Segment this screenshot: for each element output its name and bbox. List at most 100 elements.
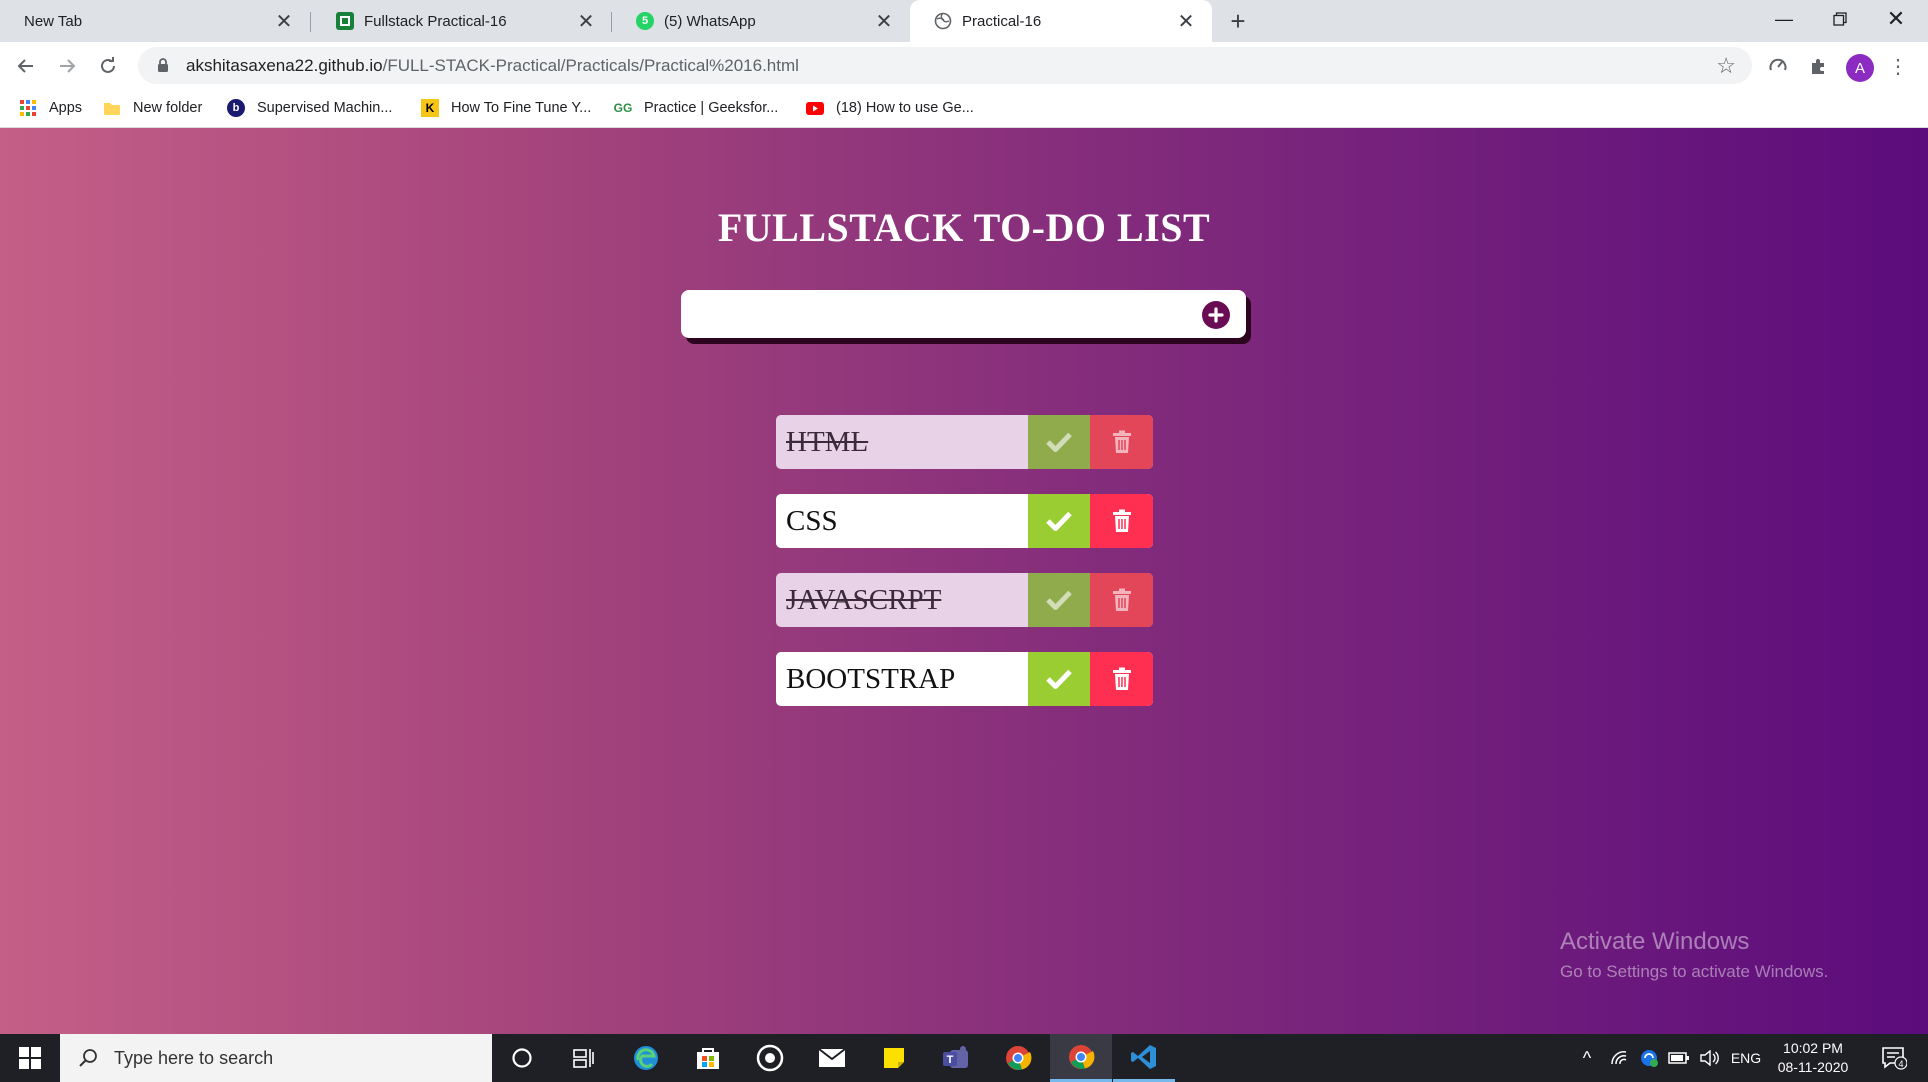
page-title: FULLSTACK TO-DO LIST (717, 205, 1211, 250)
sticky-notes-icon[interactable] (863, 1034, 925, 1082)
url-text: akshitasaxena22.github.io/FULL-STACK-Pra… (186, 56, 799, 76)
tab-strip: New Tab ✕ Fullstack Practical-16 ✕ 5 (5)… (0, 0, 1928, 42)
check-icon (1046, 511, 1072, 531)
bookmark-geeksforgeeks[interactable]: GG Practice | Geeksfor... (613, 89, 779, 127)
start-button[interactable] (0, 1034, 60, 1082)
search-placeholder: Type here to search (114, 1047, 274, 1068)
bookmark-label: Practice | Geeksfor... (644, 100, 779, 116)
trash-icon (1112, 430, 1131, 453)
language-indicator[interactable]: ENG (1726, 1034, 1766, 1082)
vscode-icon[interactable] (1113, 1034, 1175, 1082)
windows-logo-icon (19, 1047, 41, 1069)
bookmark-apps[interactable]: Apps (19, 89, 82, 127)
sync-status-icon[interactable] (1634, 1034, 1664, 1082)
delete-button[interactable] (1090, 415, 1153, 469)
tab-whatsapp[interactable]: 5 (5) WhatsApp ✕ (612, 0, 910, 42)
add-todo-box (681, 290, 1246, 338)
edge-icon[interactable] (615, 1034, 677, 1082)
close-icon[interactable]: ✕ (1172, 9, 1200, 34)
bookmark-new-folder[interactable]: New folder (103, 89, 202, 127)
delete-button[interactable] (1090, 652, 1153, 706)
volume-icon[interactable] (1694, 1034, 1724, 1082)
gfg-logo-icon: GG (613, 101, 633, 115)
arrow-right-icon (60, 59, 76, 73)
chrome-active-icon[interactable] (1050, 1034, 1112, 1082)
bookmark-label: Apps (49, 100, 83, 116)
trash-icon (1112, 509, 1131, 532)
reload-icon (101, 57, 115, 73)
bookmark-label: New folder (133, 100, 203, 116)
tab-separator (310, 12, 311, 32)
search-icon (76, 1048, 100, 1068)
extensions-puzzle-icon[interactable] (1804, 52, 1832, 80)
notification-center-icon[interactable]: 4 (1872, 1034, 1916, 1082)
arrow-left-icon (17, 59, 33, 73)
wifi-icon[interactable] (1604, 1034, 1634, 1082)
clock[interactable]: 10:02 PM 08-11-2020 (1768, 1039, 1858, 1077)
store-icon[interactable] (677, 1034, 739, 1082)
restore-button[interactable] (1814, 0, 1866, 38)
close-icon[interactable]: ✕ (870, 9, 898, 34)
back-button[interactable] (10, 50, 42, 82)
clock-date: 08-11-2020 (1777, 1059, 1849, 1075)
bookmarks-bar: Apps New folder b Supervised Machin... K… (0, 89, 1928, 128)
complete-button[interactable] (1028, 573, 1090, 627)
forward-button[interactable] (51, 50, 83, 82)
whatsapp-icon: 5 (636, 12, 654, 30)
chrome-icon[interactable] (987, 1034, 1049, 1082)
sheets-icon (336, 12, 354, 30)
delete-button[interactable] (1090, 494, 1153, 548)
complete-button[interactable] (1028, 415, 1090, 469)
delete-button[interactable] (1090, 573, 1153, 627)
tray-chevron-up-icon[interactable]: ^ (1572, 1034, 1602, 1082)
clock-time: 10:02 PM (1783, 1040, 1843, 1056)
media-player-icon[interactable] (739, 1034, 801, 1082)
cortana-icon[interactable] (491, 1034, 553, 1082)
new-tab-button[interactable]: + (1222, 6, 1254, 38)
url-host: akshitasaxena22.github.io (186, 55, 383, 75)
bookmark-supervised-machine[interactable]: b Supervised Machin... (227, 89, 392, 127)
more-menu-icon[interactable]: ⋮ (1884, 52, 1912, 80)
bookmark-fine-tune[interactable]: K How To Fine Tune Y... (421, 89, 591, 127)
trash-icon (1112, 667, 1131, 690)
folder-icon (103, 99, 121, 117)
todo-text: BOOTSTRAP (786, 662, 956, 695)
notification-count: 4 (1898, 1059, 1903, 1069)
bookmark-label: How To Fine Tune Y... (451, 100, 592, 116)
address-bar[interactable]: akshitasaxena22.github.io/FULL-STACK-Pra… (138, 47, 1752, 84)
youtube-icon (806, 99, 824, 117)
complete-button[interactable] (1028, 652, 1090, 706)
bookmark-star-icon[interactable]: ☆ (1716, 53, 1736, 79)
performance-icon[interactable] (1764, 52, 1792, 80)
todo-page: FULLSTACK TO-DO LIST HTML CSS JAVASCRPT … (0, 128, 1928, 1034)
todo-text: JAVASCRPT (786, 583, 942, 616)
todo-list: HTML CSS JAVASCRPT BOOTSTRAP (776, 415, 1153, 731)
b-logo-icon: b (227, 99, 245, 117)
watermark-title: Activate Windows (1560, 928, 1750, 955)
mail-icon[interactable] (801, 1034, 863, 1082)
bookmark-label: Supervised Machin... (257, 100, 393, 116)
tab-new-tab[interactable]: New Tab ✕ (0, 0, 310, 42)
apps-grid-icon (19, 99, 37, 117)
tab-fullstack-practical[interactable]: Fullstack Practical-16 ✕ (312, 0, 612, 42)
tab-label: (5) WhatsApp (664, 12, 756, 30)
tab-practical-16[interactable]: Practical-16 ✕ (910, 0, 1212, 42)
teams-icon[interactable]: T (925, 1034, 987, 1082)
close-icon[interactable]: ✕ (270, 9, 298, 34)
close-window-button[interactable]: ✕ (1870, 0, 1922, 38)
taskbar-search[interactable]: Type here to search (60, 1034, 492, 1082)
bookmark-youtube[interactable]: (18) How to use Ge... (806, 89, 974, 127)
task-view-icon[interactable] (553, 1034, 615, 1082)
profile-avatar[interactable]: A (1846, 54, 1874, 82)
browser-toolbar: akshitasaxena22.github.io/FULL-STACK-Pra… (0, 42, 1928, 89)
bookmark-label: (18) How to use Ge... (836, 100, 974, 116)
add-todo-button[interactable] (1202, 301, 1230, 329)
minimize-button[interactable]: — (1758, 0, 1810, 38)
todo-item-html: HTML (776, 415, 1153, 469)
battery-icon[interactable] (1664, 1034, 1694, 1082)
check-icon (1046, 669, 1072, 689)
reload-button[interactable] (92, 50, 124, 82)
todo-input[interactable] (693, 298, 1173, 330)
close-icon[interactable]: ✕ (572, 9, 600, 34)
complete-button[interactable] (1028, 494, 1090, 548)
